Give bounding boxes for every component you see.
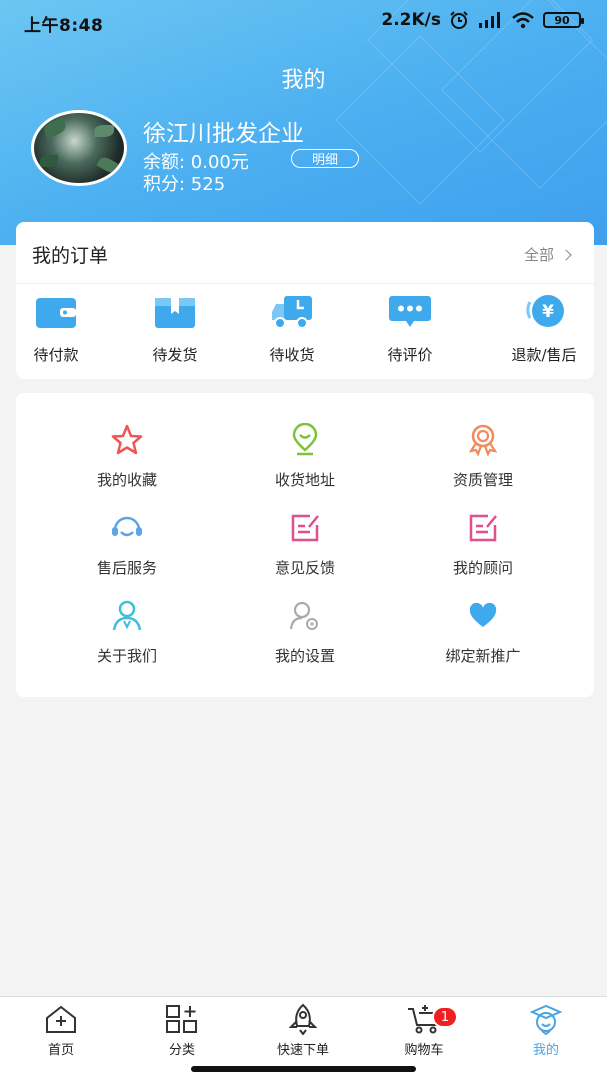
service-feedback[interactable]: 意见反馈 bbox=[220, 511, 390, 578]
avatar[interactable] bbox=[31, 110, 127, 186]
order-item-label: 待付款 bbox=[33, 346, 79, 364]
service-about-us[interactable]: 关于我们 bbox=[42, 599, 212, 666]
nav-category[interactable]: 分类 bbox=[132, 1003, 232, 1058]
points-label: 积分: 525 bbox=[143, 174, 226, 195]
truck-icon bbox=[272, 296, 312, 329]
signal-icon bbox=[479, 12, 500, 28]
rocket-icon bbox=[288, 1003, 318, 1035]
my-orders-card: 我的订单 全部 待付款 待发货 待收货 待评价 ¥ 退款/售后 bbox=[16, 222, 594, 379]
wifi-icon bbox=[512, 12, 534, 29]
headset-icon bbox=[112, 516, 142, 537]
orders-all-link[interactable]: 全部 bbox=[523, 244, 572, 265]
svg-text:¥: ¥ bbox=[542, 302, 554, 322]
status-time: 上午8:48 bbox=[24, 16, 104, 36]
badge-icon bbox=[468, 424, 498, 457]
refund-icon: ¥ bbox=[526, 295, 564, 327]
nav-label: 首页 bbox=[47, 1043, 74, 1058]
company-name: 徐江川批发企业 bbox=[143, 121, 304, 147]
nav-quick-order[interactable]: 快速下单 bbox=[253, 1003, 353, 1058]
service-label: 收货地址 bbox=[274, 471, 335, 489]
user-settings-icon bbox=[289, 601, 318, 630]
service-favorites[interactable]: 我的收藏 bbox=[42, 423, 212, 490]
service-label: 意见反馈 bbox=[274, 559, 335, 577]
nav-home[interactable]: 首页 bbox=[11, 1003, 111, 1058]
service-qualification[interactable]: 资质管理 bbox=[398, 423, 568, 490]
order-pending-receipt[interactable]: 待收货 bbox=[237, 294, 347, 365]
service-label: 关于我们 bbox=[96, 647, 157, 665]
orders-header: 我的订单 全部 bbox=[16, 222, 594, 284]
order-pending-review[interactable]: 待评价 bbox=[355, 294, 465, 365]
nav-label: 分类 bbox=[168, 1043, 195, 1058]
service-label: 我的收藏 bbox=[96, 471, 157, 489]
nav-label: 我的 bbox=[532, 1043, 559, 1058]
battery-indicator: 90 bbox=[543, 12, 584, 28]
cart-badge: 1 bbox=[432, 1006, 458, 1028]
service-advisor[interactable]: 我的顾问 bbox=[398, 511, 568, 578]
person-icon bbox=[112, 600, 142, 631]
order-item-label: 待评价 bbox=[387, 346, 433, 364]
service-label: 售后服务 bbox=[96, 559, 157, 577]
page-title: 我的 bbox=[281, 68, 326, 93]
service-bind-promotion[interactable]: 绑定新推广 bbox=[398, 599, 568, 666]
service-address[interactable]: 收货地址 bbox=[220, 423, 390, 490]
home-indicator[interactable] bbox=[191, 1066, 416, 1072]
nav-label: 购物车 bbox=[404, 1043, 444, 1058]
status-indicators: 2.2K/s 90 bbox=[381, 10, 584, 30]
order-item-label: 待发货 bbox=[152, 346, 198, 364]
profile-icon bbox=[529, 1004, 563, 1035]
service-label: 资质管理 bbox=[452, 471, 513, 489]
alarm-icon bbox=[450, 11, 468, 29]
nav-profile[interactable]: 我的 bbox=[496, 1003, 596, 1058]
order-pending-payment[interactable]: 待付款 bbox=[1, 294, 111, 365]
nav-label: 快速下单 bbox=[276, 1043, 329, 1058]
edit-icon bbox=[469, 514, 497, 542]
order-pending-shipment[interactable]: 待发货 bbox=[120, 294, 230, 365]
edit-icon bbox=[291, 514, 319, 542]
service-label: 我的顾问 bbox=[452, 559, 513, 577]
service-aftersale[interactable]: 售后服务 bbox=[42, 511, 212, 578]
network-speed: 2.2K/s bbox=[381, 10, 441, 30]
order-item-label: 待收货 bbox=[269, 346, 315, 364]
package-icon bbox=[155, 298, 195, 328]
order-refund-aftersale[interactable]: ¥ 退款/售后 bbox=[486, 294, 602, 365]
category-icon bbox=[166, 1005, 197, 1033]
heart-icon bbox=[469, 602, 497, 627]
service-label: 绑定新推广 bbox=[445, 647, 521, 665]
star-icon bbox=[111, 424, 143, 455]
service-label: 我的设置 bbox=[274, 647, 335, 665]
location-icon bbox=[292, 423, 318, 456]
status-bar: 上午8:48 2.2K/s 90 bbox=[0, 0, 607, 44]
orders-title: 我的订单 bbox=[32, 245, 109, 267]
services-card: 我的收藏 收货地址 资质管理 售后服务 意见反馈 我的顾问 关于我们 我的设置 … bbox=[16, 393, 594, 697]
chevron-right-icon bbox=[560, 248, 572, 261]
service-settings[interactable]: 我的设置 bbox=[220, 599, 390, 666]
chat-icon bbox=[389, 296, 431, 327]
home-icon bbox=[46, 1005, 76, 1033]
orders-all-label: 全部 bbox=[523, 246, 554, 264]
battery-level: 90 bbox=[554, 13, 570, 27]
detail-button[interactable]: 明细 bbox=[291, 149, 359, 168]
wallet-icon bbox=[36, 298, 76, 328]
nav-cart[interactable]: 1 购物车 bbox=[374, 1003, 474, 1058]
order-item-label: 退款/售后 bbox=[511, 346, 577, 364]
